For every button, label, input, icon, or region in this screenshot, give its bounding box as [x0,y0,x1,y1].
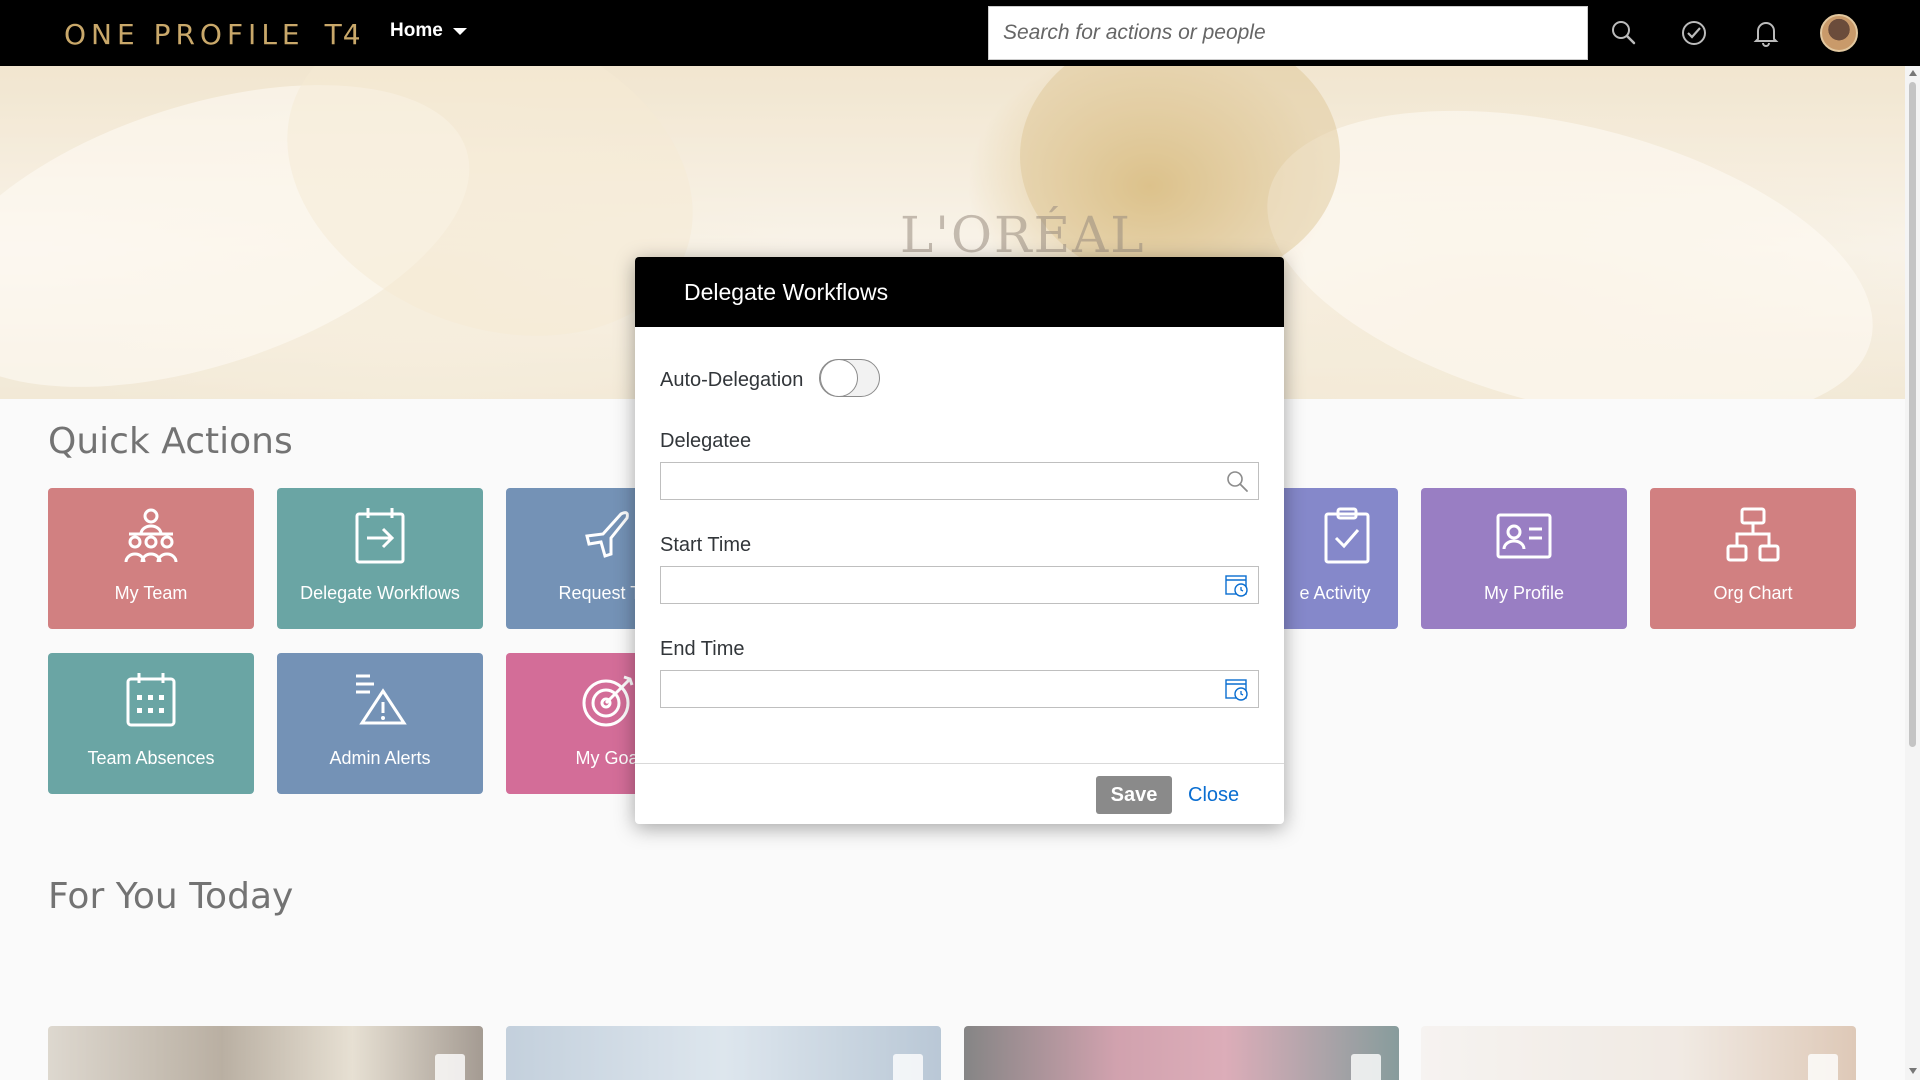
scrollbar-thumb[interactable] [1909,82,1916,747]
auto-delegation-toggle[interactable] [819,359,880,397]
delegatee-field[interactable] [660,462,1259,500]
delegatee-input[interactable] [661,463,1258,499]
logo-text: ONE PROFILE [64,18,305,51]
app-logo[interactable]: ONE PROFILE T4 [64,18,362,51]
chevron-down-icon [452,27,467,35]
home-menu-label: Home [390,20,443,41]
global-search-input[interactable] [989,7,1587,59]
page-scrollbar[interactable] [1905,66,1920,1080]
end-time-input[interactable] [661,671,1258,707]
shell-bar: ONE PROFILE T4 Home [0,0,1920,66]
toggle-knob [820,359,858,397]
global-search-field[interactable] [988,6,1588,60]
close-button[interactable]: Close [1188,776,1239,814]
scroll-up-arrow-icon[interactable] [1909,70,1917,76]
start-time-label: Start Time [660,534,752,556]
start-time-input[interactable] [661,567,1258,603]
calendar-clock-icon[interactable] [1224,676,1250,702]
dialog-footer: Save Close [635,763,1284,824]
auto-delegation-label: Auto-Delegation [660,369,804,391]
user-avatar[interactable] [1820,14,1858,52]
approvals-check-icon[interactable] [1677,16,1711,50]
logo-suffix: T4 [324,18,362,51]
search-icon[interactable] [1607,16,1641,50]
start-time-field[interactable] [660,566,1259,604]
notifications-bell-icon[interactable] [1749,16,1783,50]
home-menu-button[interactable]: Home [390,20,467,42]
save-button[interactable]: Save [1096,776,1172,814]
end-time-label: End Time [660,638,745,660]
scroll-down-arrow-icon[interactable] [1909,1068,1917,1074]
dialog-title: Delegate Workflows [635,257,1284,327]
calendar-clock-icon[interactable] [1224,572,1250,598]
delegate-workflows-dialog: Delegate Workflows Auto-Delegation Deleg… [635,257,1284,824]
delegatee-label: Delegatee [660,430,752,452]
end-time-field[interactable] [660,670,1259,708]
search-icon[interactable] [1224,468,1250,494]
